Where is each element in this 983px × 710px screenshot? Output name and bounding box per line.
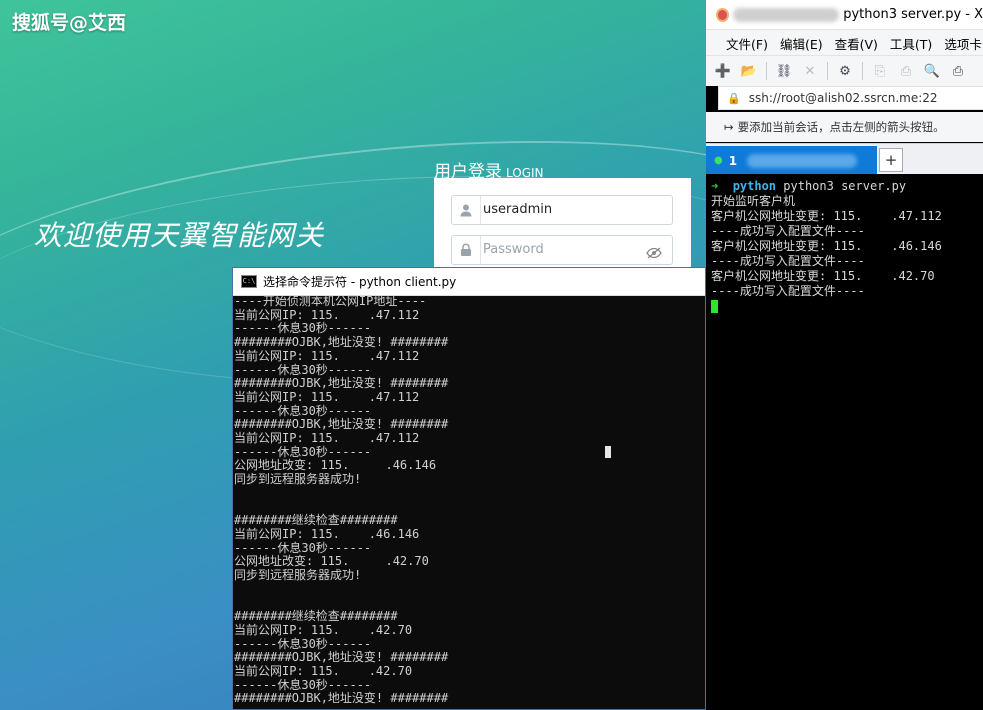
cmd-output-line: 同步到远程服务器成功! <box>234 568 362 583</box>
tab-label: 1 <box>728 153 738 168</box>
prompt-cwd: python <box>732 179 777 193</box>
server-output-line: ----成功写入配置文件---- <box>711 284 865 298</box>
cmd-output-line: ########OJBK,地址没变! ######## <box>234 650 449 665</box>
cmd-output-line: 当前公网IP: 115. .46.146 <box>234 526 420 541</box>
cmd-output-line: 当前公网IP: 115. .47.112 <box>234 389 420 404</box>
cmd-output-line: 同步到远程服务器成功! <box>234 472 362 487</box>
connected-status-icon: ● <box>714 155 723 166</box>
cmd-output-line: ########继续检查######## <box>234 513 398 528</box>
prompt-arrow: ➜ <box>711 179 719 193</box>
print-icon[interactable]: ⎙ <box>949 62 967 80</box>
welcome-heading: 欢迎使用天翼智能网关 <box>34 219 325 252</box>
cmd-output-line: 当前公网IP: 115. .42.70 <box>234 622 413 637</box>
menu-bar: 文件(F) 编辑(E) 查看(V) 工具(T) 选项卡( <box>706 29 983 56</box>
cmd-output-line: ########OJBK,地址没变! ######## <box>234 335 449 350</box>
toolbar-separator <box>766 62 767 80</box>
command-text: python3 server.py <box>776 179 907 193</box>
password-placeholder: Password <box>483 242 544 257</box>
cmd-output-line <box>234 487 705 501</box>
cmd-output-line: ########OJBK,地址没变! ######## <box>234 691 449 706</box>
server-output-line: ----成功写入配置文件---- <box>711 254 865 268</box>
new-tab-button[interactable]: + <box>879 148 903 172</box>
cmd-output-line: ########OJBK,地址没变! ######## <box>234 417 449 432</box>
xshell-title-bar[interactable]: python3 server.py - X <box>706 0 983 29</box>
username-value: useradmin <box>483 202 553 217</box>
address-bar[interactable]: 🔒 ssh://root@alish02.ssrcn.me:22 <box>718 86 983 110</box>
terminal-output[interactable]: ➜ python python3 server.py 开始监听客户机 客户机公网… <box>706 174 983 710</box>
menu-tabs[interactable]: 选项卡( <box>944 34 983 53</box>
copy-icon[interactable]: ⎘ <box>871 62 889 80</box>
server-output-line: 客户机公网地址变更: 115. .46.146 <box>711 239 942 253</box>
toolbar-separator <box>827 62 828 80</box>
tab-session-1[interactable]: ● 1 <box>706 146 877 175</box>
xshell-window-title: python3 server.py - X <box>843 7 983 22</box>
toolbar: ➕ 📂 ⛓ ✕ ⚙ ⎘ ⎙ 🔍 ⎙ <box>706 55 983 86</box>
password-field[interactable]: Password <box>451 235 673 265</box>
eye-slash-icon[interactable] <box>646 244 662 263</box>
cmd-window-title: 选择命令提示符 - python client.py <box>263 275 457 289</box>
login-form: useradmin Password <box>434 178 691 278</box>
paste-icon[interactable]: ⎙ <box>897 62 915 80</box>
properties-icon[interactable]: ⚙ <box>836 62 854 80</box>
add-session-arrow-icon[interactable]: ↦ <box>724 120 734 134</box>
server-output-lines: 开始监听客户机 客户机公网地址变更: 115. .47.112 ----成功写入… <box>711 194 942 298</box>
open-folder-icon[interactable]: 📂 <box>740 62 758 80</box>
server-output-line: ----成功写入配置文件---- <box>711 224 865 238</box>
redacted-tab-name <box>747 153 858 168</box>
user-icon <box>452 196 481 224</box>
session-hint-bar: ↦ 要添加当前会话，点击左侧的箭头按钮。 <box>706 112 983 142</box>
redacted-session-name <box>732 7 840 22</box>
tab-bar: ● 1 + <box>706 143 983 175</box>
cmd-icon: C:\ <box>241 275 257 288</box>
cmd-output-line: 当前公网IP: 115. .47.112 <box>234 348 420 363</box>
text-cursor <box>605 446 611 458</box>
menu-view[interactable]: 查看(V) <box>835 34 878 53</box>
lock-icon: 🔒 <box>727 91 741 105</box>
menu-tools[interactable]: 工具(T) <box>890 34 932 53</box>
cmd-output-line: ########继续检查######## <box>234 609 398 624</box>
cmd-output-line: ########OJBK,地址没变! ######## <box>234 376 449 391</box>
cmd-output-line: 公网地址改变: 115. .42.70 <box>234 554 429 569</box>
menu-file[interactable]: 文件(F) <box>726 34 768 53</box>
toolbar-separator <box>862 62 863 80</box>
address-text: ssh://root@alish02.ssrcn.me:22 <box>748 91 938 105</box>
disconnect-icon[interactable]: ✕ <box>801 62 819 80</box>
lock-icon <box>452 236 481 264</box>
xshell-window[interactable]: python3 server.py - X 文件(F) 编辑(E) 查看(V) … <box>706 0 983 710</box>
menu-edit[interactable]: 编辑(E) <box>780 34 823 53</box>
new-session-icon[interactable]: ➕ <box>714 62 732 80</box>
watermark-text: 搜狐号@艾西 <box>12 12 127 34</box>
username-field[interactable]: useradmin <box>451 195 673 225</box>
cmd-output[interactable]: ----开始侦测本机公网IP地址---- 当前公网IP: 115. .47.112… <box>233 295 705 709</box>
cmd-output-line: 当前公网IP: 115. .47.112 <box>234 431 420 446</box>
terminal-cursor <box>711 300 718 313</box>
server-output-line: 客户机公网地址变更: 115. .42.70 <box>711 269 935 283</box>
command-prompt-window[interactable]: C:\ 选择命令提示符 - python client.py ----开始侦测本… <box>232 267 706 710</box>
connect-icon[interactable]: ⛓ <box>775 62 793 80</box>
find-icon[interactable]: 🔍 <box>923 62 941 80</box>
cmd-output-line: 当前公网IP: 115. .42.70 <box>234 663 413 678</box>
xshell-app-icon <box>716 7 729 22</box>
server-output-line: 客户机公网地址变更: 115. .47.112 <box>711 209 942 223</box>
cmd-output-line: ----开始侦测本机公网IP地址---- <box>234 295 427 308</box>
cmd-title-bar[interactable]: C:\ 选择命令提示符 - python client.py <box>233 268 705 296</box>
cmd-output-line <box>234 583 705 597</box>
server-output-line: 开始监听客户机 <box>711 194 796 208</box>
session-hint-text: 要添加当前会话，点击左侧的箭头按钮。 <box>737 120 945 134</box>
